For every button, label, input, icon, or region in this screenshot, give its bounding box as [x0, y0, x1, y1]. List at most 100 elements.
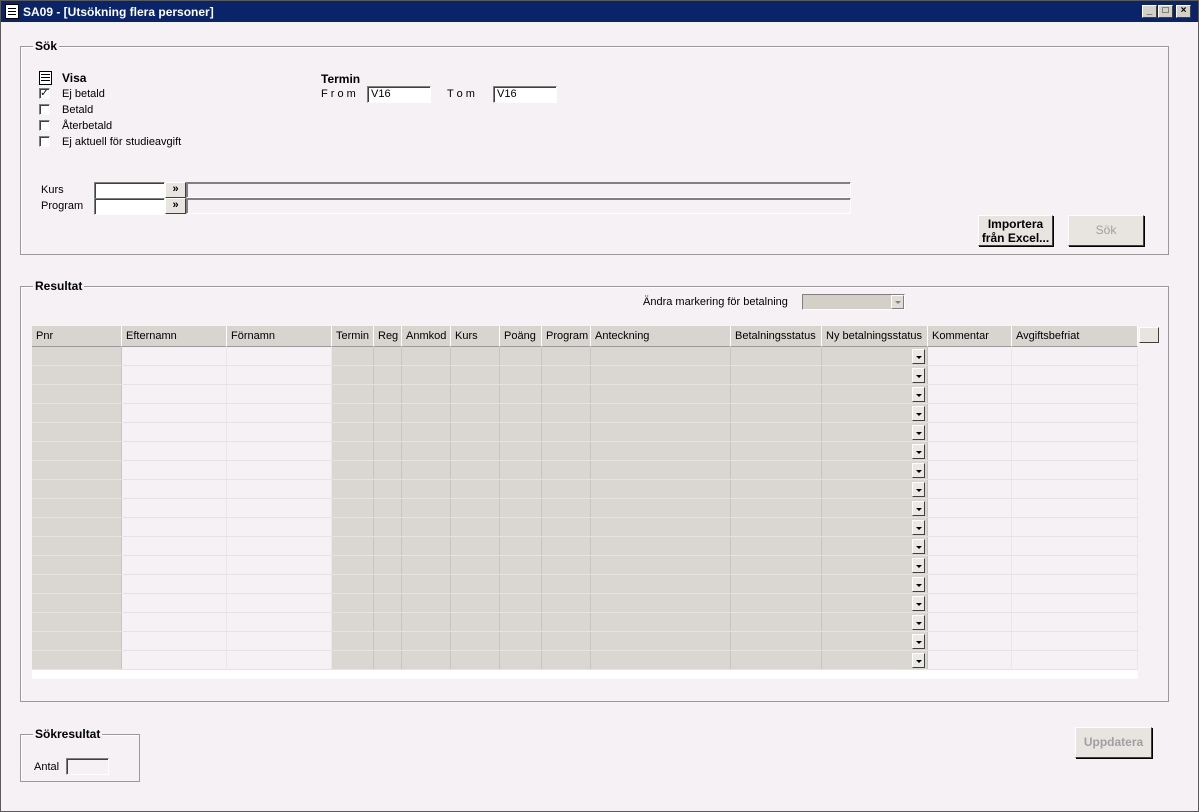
status-dropdown-button[interactable]	[912, 596, 925, 611]
column-header[interactable]: Anmkod	[402, 326, 451, 347]
table-row	[32, 479, 1138, 480]
table-column	[402, 347, 451, 670]
result-table: Pnr Efternamn Förnamn Termin Reg Anmkod Kurs Po…	[32, 326, 1138, 679]
table-column	[1012, 347, 1138, 670]
window-title: SA09 - [Utsökning flera personer]	[23, 5, 214, 19]
term-heading: Termin	[321, 72, 361, 86]
table-row	[32, 574, 1138, 575]
status-dropdown-button[interactable]	[912, 444, 925, 459]
search-button[interactable]: Sök	[1068, 215, 1144, 246]
table-row	[32, 403, 1138, 404]
table-row	[32, 555, 1138, 556]
table-row	[32, 593, 1138, 594]
count-value	[66, 758, 109, 775]
course-label: Kurs	[41, 184, 64, 196]
table-column	[591, 347, 731, 670]
status-dropdown-button[interactable]	[912, 406, 925, 421]
checkbox-ej-betald[interactable]: ✓	[39, 88, 50, 99]
table-row	[32, 536, 1138, 537]
table-column	[122, 347, 227, 670]
course-name-field	[186, 182, 851, 198]
program-name-field	[186, 198, 851, 214]
mark-payment-dropdown[interactable]	[802, 294, 905, 310]
table-row	[32, 612, 1138, 613]
table-column	[32, 347, 122, 670]
status-dropdown-button[interactable]	[912, 425, 925, 440]
close-button[interactable]: ×	[1176, 5, 1191, 18]
status-dropdown-button[interactable]	[912, 539, 925, 554]
status-dropdown-button[interactable]	[912, 501, 925, 516]
column-header[interactable]: Betalningsstatus	[731, 326, 822, 347]
course-code-input[interactable]	[94, 182, 165, 199]
update-button[interactable]: Uppdatera	[1075, 727, 1152, 758]
import-excel-button[interactable]: Importera från Excel...	[978, 215, 1053, 246]
course-lookup-button[interactable]: »	[165, 182, 186, 198]
status-dropdown-button[interactable]	[912, 615, 925, 630]
table-row	[32, 650, 1138, 651]
column-header[interactable]: Program	[542, 326, 591, 347]
minimize-button[interactable]: _	[1142, 5, 1157, 18]
main-window: SA09 - [Utsökning flera personer] _ □ × …	[0, 0, 1199, 812]
column-header[interactable]: Efternamn	[122, 326, 227, 347]
status-dropdown-button[interactable]	[912, 349, 925, 364]
status-dropdown-button[interactable]	[912, 558, 925, 573]
table-row	[32, 365, 1138, 366]
maximize-button[interactable]: □	[1158, 5, 1173, 18]
column-header[interactable]: Termin	[332, 326, 374, 347]
table-column	[500, 347, 542, 670]
program-code-input[interactable]	[94, 198, 165, 215]
table-row	[32, 460, 1138, 461]
search-group-label: Sök	[33, 39, 60, 53]
to-term-input[interactable]: V16	[493, 86, 557, 103]
column-header[interactable]: Ny betalningsstatus	[822, 326, 928, 347]
table-row	[32, 517, 1138, 518]
table-row	[32, 441, 1138, 442]
status-dropdown-button[interactable]	[912, 634, 925, 649]
checkbox-label-betald: Betald	[62, 104, 94, 116]
column-header[interactable]: Pnr	[32, 326, 122, 347]
document-icon	[5, 4, 19, 19]
checkbox-label-ej-betald: Ej betald	[62, 88, 105, 100]
program-lookup-button[interactable]: »	[165, 198, 186, 214]
title-bar: SA09 - [Utsökning flera personer] _ □ ×	[1, 1, 1198, 22]
table-column	[227, 347, 332, 670]
table-row	[32, 669, 1138, 670]
status-dropdown-button[interactable]	[912, 463, 925, 478]
status-dropdown-button[interactable]	[912, 653, 925, 668]
table-column	[731, 347, 822, 670]
table-row	[32, 384, 1138, 385]
column-header[interactable]: Poäng	[500, 326, 542, 347]
chevron-down-icon[interactable]	[891, 295, 904, 309]
from-label: F r o m	[321, 88, 356, 100]
count-label: Antal	[34, 761, 60, 773]
summary-group-label: Sökresultat	[33, 727, 103, 741]
status-dropdown-button[interactable]	[912, 482, 925, 497]
column-header[interactable]: Förnamn	[227, 326, 332, 347]
checkbox-aterbetald[interactable]	[39, 120, 50, 131]
table-row	[32, 631, 1138, 632]
column-header[interactable]: Reg	[374, 326, 402, 347]
column-header[interactable]: Anteckning	[591, 326, 731, 347]
status-dropdown-button[interactable]	[912, 368, 925, 383]
checkbox-betald[interactable]	[39, 104, 50, 115]
status-dropdown-button[interactable]	[912, 577, 925, 592]
table-row	[32, 498, 1138, 499]
mark-label: Ändra markering för betalning	[643, 296, 788, 308]
column-header[interactable]: Kommentar	[928, 326, 1012, 347]
column-header[interactable]: Kurs	[451, 326, 500, 347]
to-label: T o m	[447, 88, 475, 100]
table-column	[928, 347, 1012, 670]
status-dropdown-button[interactable]	[912, 520, 925, 535]
result-group-label: Resultat	[33, 279, 85, 293]
table-column	[542, 347, 591, 670]
table-options-button[interactable]	[1139, 327, 1159, 343]
table-column	[451, 347, 500, 670]
checkbox-ej-aktuell[interactable]	[39, 136, 50, 147]
table-column	[332, 347, 374, 670]
column-header[interactable]: Avgiftsbefriat	[1012, 326, 1138, 347]
checkbox-label-ej-aktuell: Ej aktuell för studieavgift	[62, 136, 182, 148]
program-label: Program	[41, 200, 84, 212]
show-all-toggle-icon[interactable]	[39, 71, 52, 85]
from-term-input[interactable]: V16	[367, 86, 431, 103]
status-dropdown-button[interactable]	[912, 387, 925, 402]
